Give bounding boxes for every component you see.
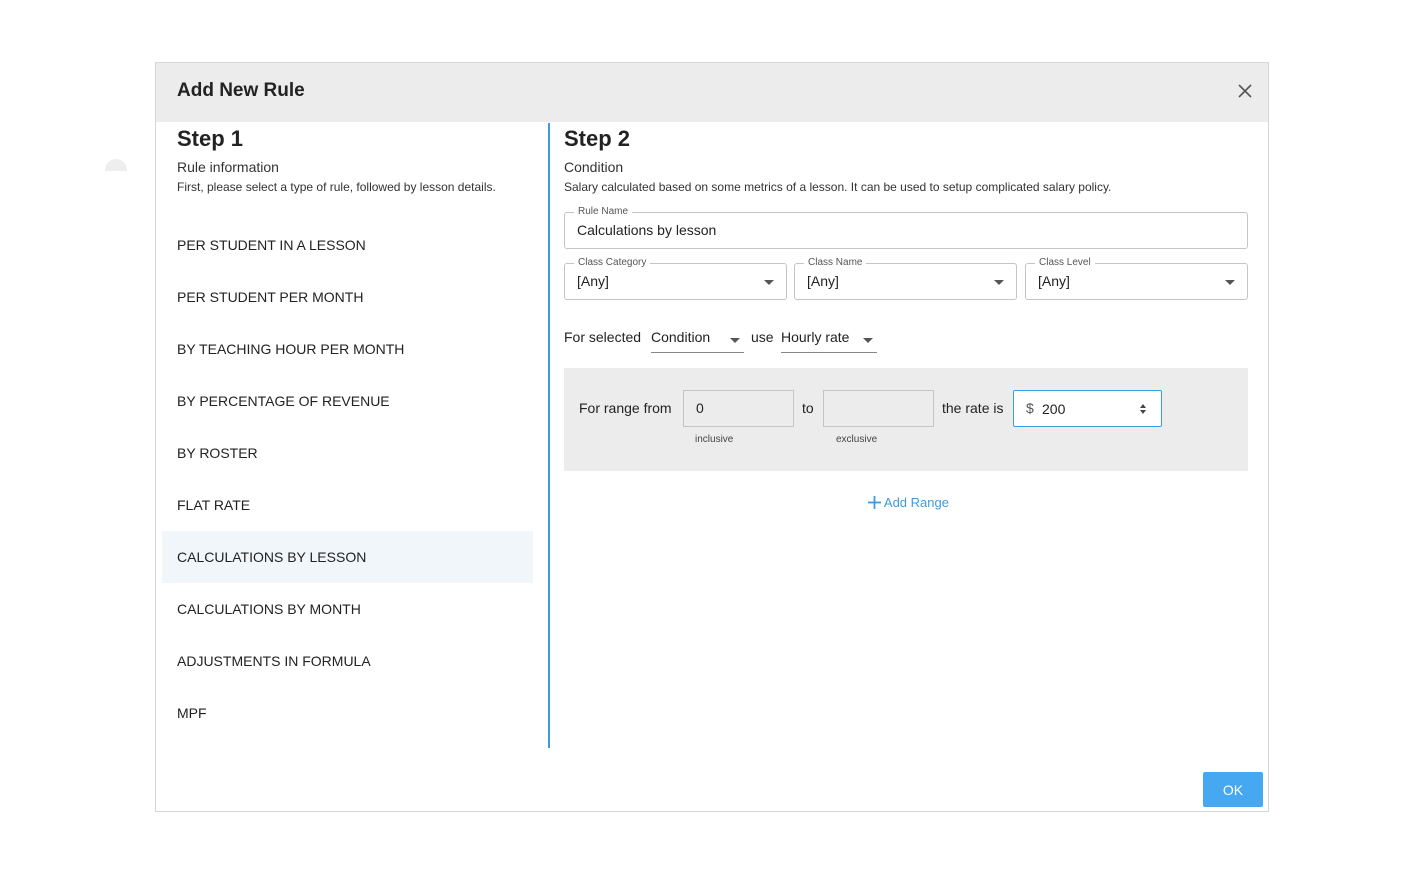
range-from-text: For range from <box>579 400 672 416</box>
range-to-text: to <box>802 400 814 416</box>
for-selected-text: For selected <box>564 329 642 345</box>
rule-item-per-student-per-month[interactable]: PER STUDENT PER MONTH <box>162 271 533 323</box>
class-level-label: Class Level <box>1035 256 1095 270</box>
step2-title: Step 2 <box>564 126 631 151</box>
chevron-down-icon <box>1225 280 1235 285</box>
rule-item-flat-rate[interactable]: FLAT RATE <box>162 479 533 531</box>
step2-description: Salary calculated based on some metrics … <box>564 180 1112 194</box>
rule-item-by-percentage-of-revenue[interactable]: BY PERCENTAGE OF REVENUE <box>162 375 533 427</box>
rate-type-value: Hourly rate <box>781 329 850 345</box>
rule-item-per-student-in-a-lesson[interactable]: PER STUDENT IN A LESSON <box>162 219 533 271</box>
rule-name-field[interactable]: Rule Name Calculations by lesson <box>564 205 1248 249</box>
exclusive-hint: exclusive <box>836 434 878 445</box>
chevron-down-icon <box>863 338 873 343</box>
rate-type-select[interactable]: Hourly rate <box>781 326 877 353</box>
spinner-icon[interactable] <box>1139 402 1147 416</box>
add-range-button[interactable]: Add Range <box>868 495 949 510</box>
currency-symbol: $ <box>1026 400 1034 416</box>
dialog-header: Add New Rule <box>156 63 1268 122</box>
use-text: use <box>751 329 774 345</box>
add-range-label: Add Range <box>883 495 949 510</box>
class-category-label: Class Category <box>574 256 651 270</box>
rule-name-value: Calculations by lesson <box>577 222 717 238</box>
chevron-down-icon <box>994 280 1004 285</box>
ok-button[interactable]: OK <box>1203 772 1263 807</box>
class-name-label: Class Name <box>804 256 867 270</box>
step1-description: First, please select a type of rule, fol… <box>177 180 496 194</box>
class-level-select[interactable]: Class Level [Any] <box>1025 256 1248 300</box>
rule-item-calculations-by-lesson[interactable]: CALCULATIONS BY LESSON <box>162 531 533 583</box>
rule-name-label: Rule Name <box>574 205 633 219</box>
rule-item-adjustments-in-formula[interactable]: ADJUSTMENTS IN FORMULA <box>162 635 533 687</box>
range-from-value: 0 <box>696 400 704 416</box>
step-divider <box>548 123 550 748</box>
class-name-value: [Any] <box>807 273 839 289</box>
rule-item-by-teaching-hour-per-month[interactable]: BY TEACHING HOUR PER MONTH <box>162 323 533 375</box>
rate-amount-input[interactable]: $ 200 <box>1013 390 1162 427</box>
rule-item-mpf[interactable]: MPF <box>162 687 533 739</box>
class-category-value: [Any] <box>577 273 609 289</box>
step1-subtitle: Rule information <box>177 159 279 175</box>
plus-icon <box>868 496 881 509</box>
range-to-input[interactable] <box>823 390 934 427</box>
condition-value: Condition <box>651 329 711 345</box>
add-rule-dialog: Add New Rule Step 1 Rule information Fir… <box>155 62 1269 812</box>
range-from-input[interactable]: 0 <box>683 390 794 427</box>
close-icon[interactable] <box>1236 82 1254 100</box>
inclusive-hint: inclusive <box>695 434 734 445</box>
step1-title: Step 1 <box>177 126 244 151</box>
class-name-select[interactable]: Class Name [Any] <box>794 256 1017 300</box>
class-level-value: [Any] <box>1038 273 1070 289</box>
condition-select[interactable]: Condition <box>651 326 744 353</box>
chevron-down-icon <box>764 280 774 285</box>
step2-subtitle: Condition <box>564 159 624 175</box>
class-category-select[interactable]: Class Category [Any] <box>564 256 787 300</box>
rate-is-text: the rate is <box>942 400 1004 416</box>
rule-type-list: PER STUDENT IN A LESSON PER STUDENT PER … <box>162 219 533 739</box>
dialog-title: Add New Rule <box>177 80 305 101</box>
rule-item-by-roster[interactable]: BY ROSTER <box>162 427 533 479</box>
rate-amount-value: 200 <box>1042 401 1066 417</box>
background-shape <box>105 159 127 171</box>
range-panel: For range from 0 inclusive to exclusive … <box>564 368 1248 471</box>
chevron-down-icon <box>730 338 740 343</box>
rule-item-calculations-by-month[interactable]: CALCULATIONS BY MONTH <box>162 583 533 635</box>
